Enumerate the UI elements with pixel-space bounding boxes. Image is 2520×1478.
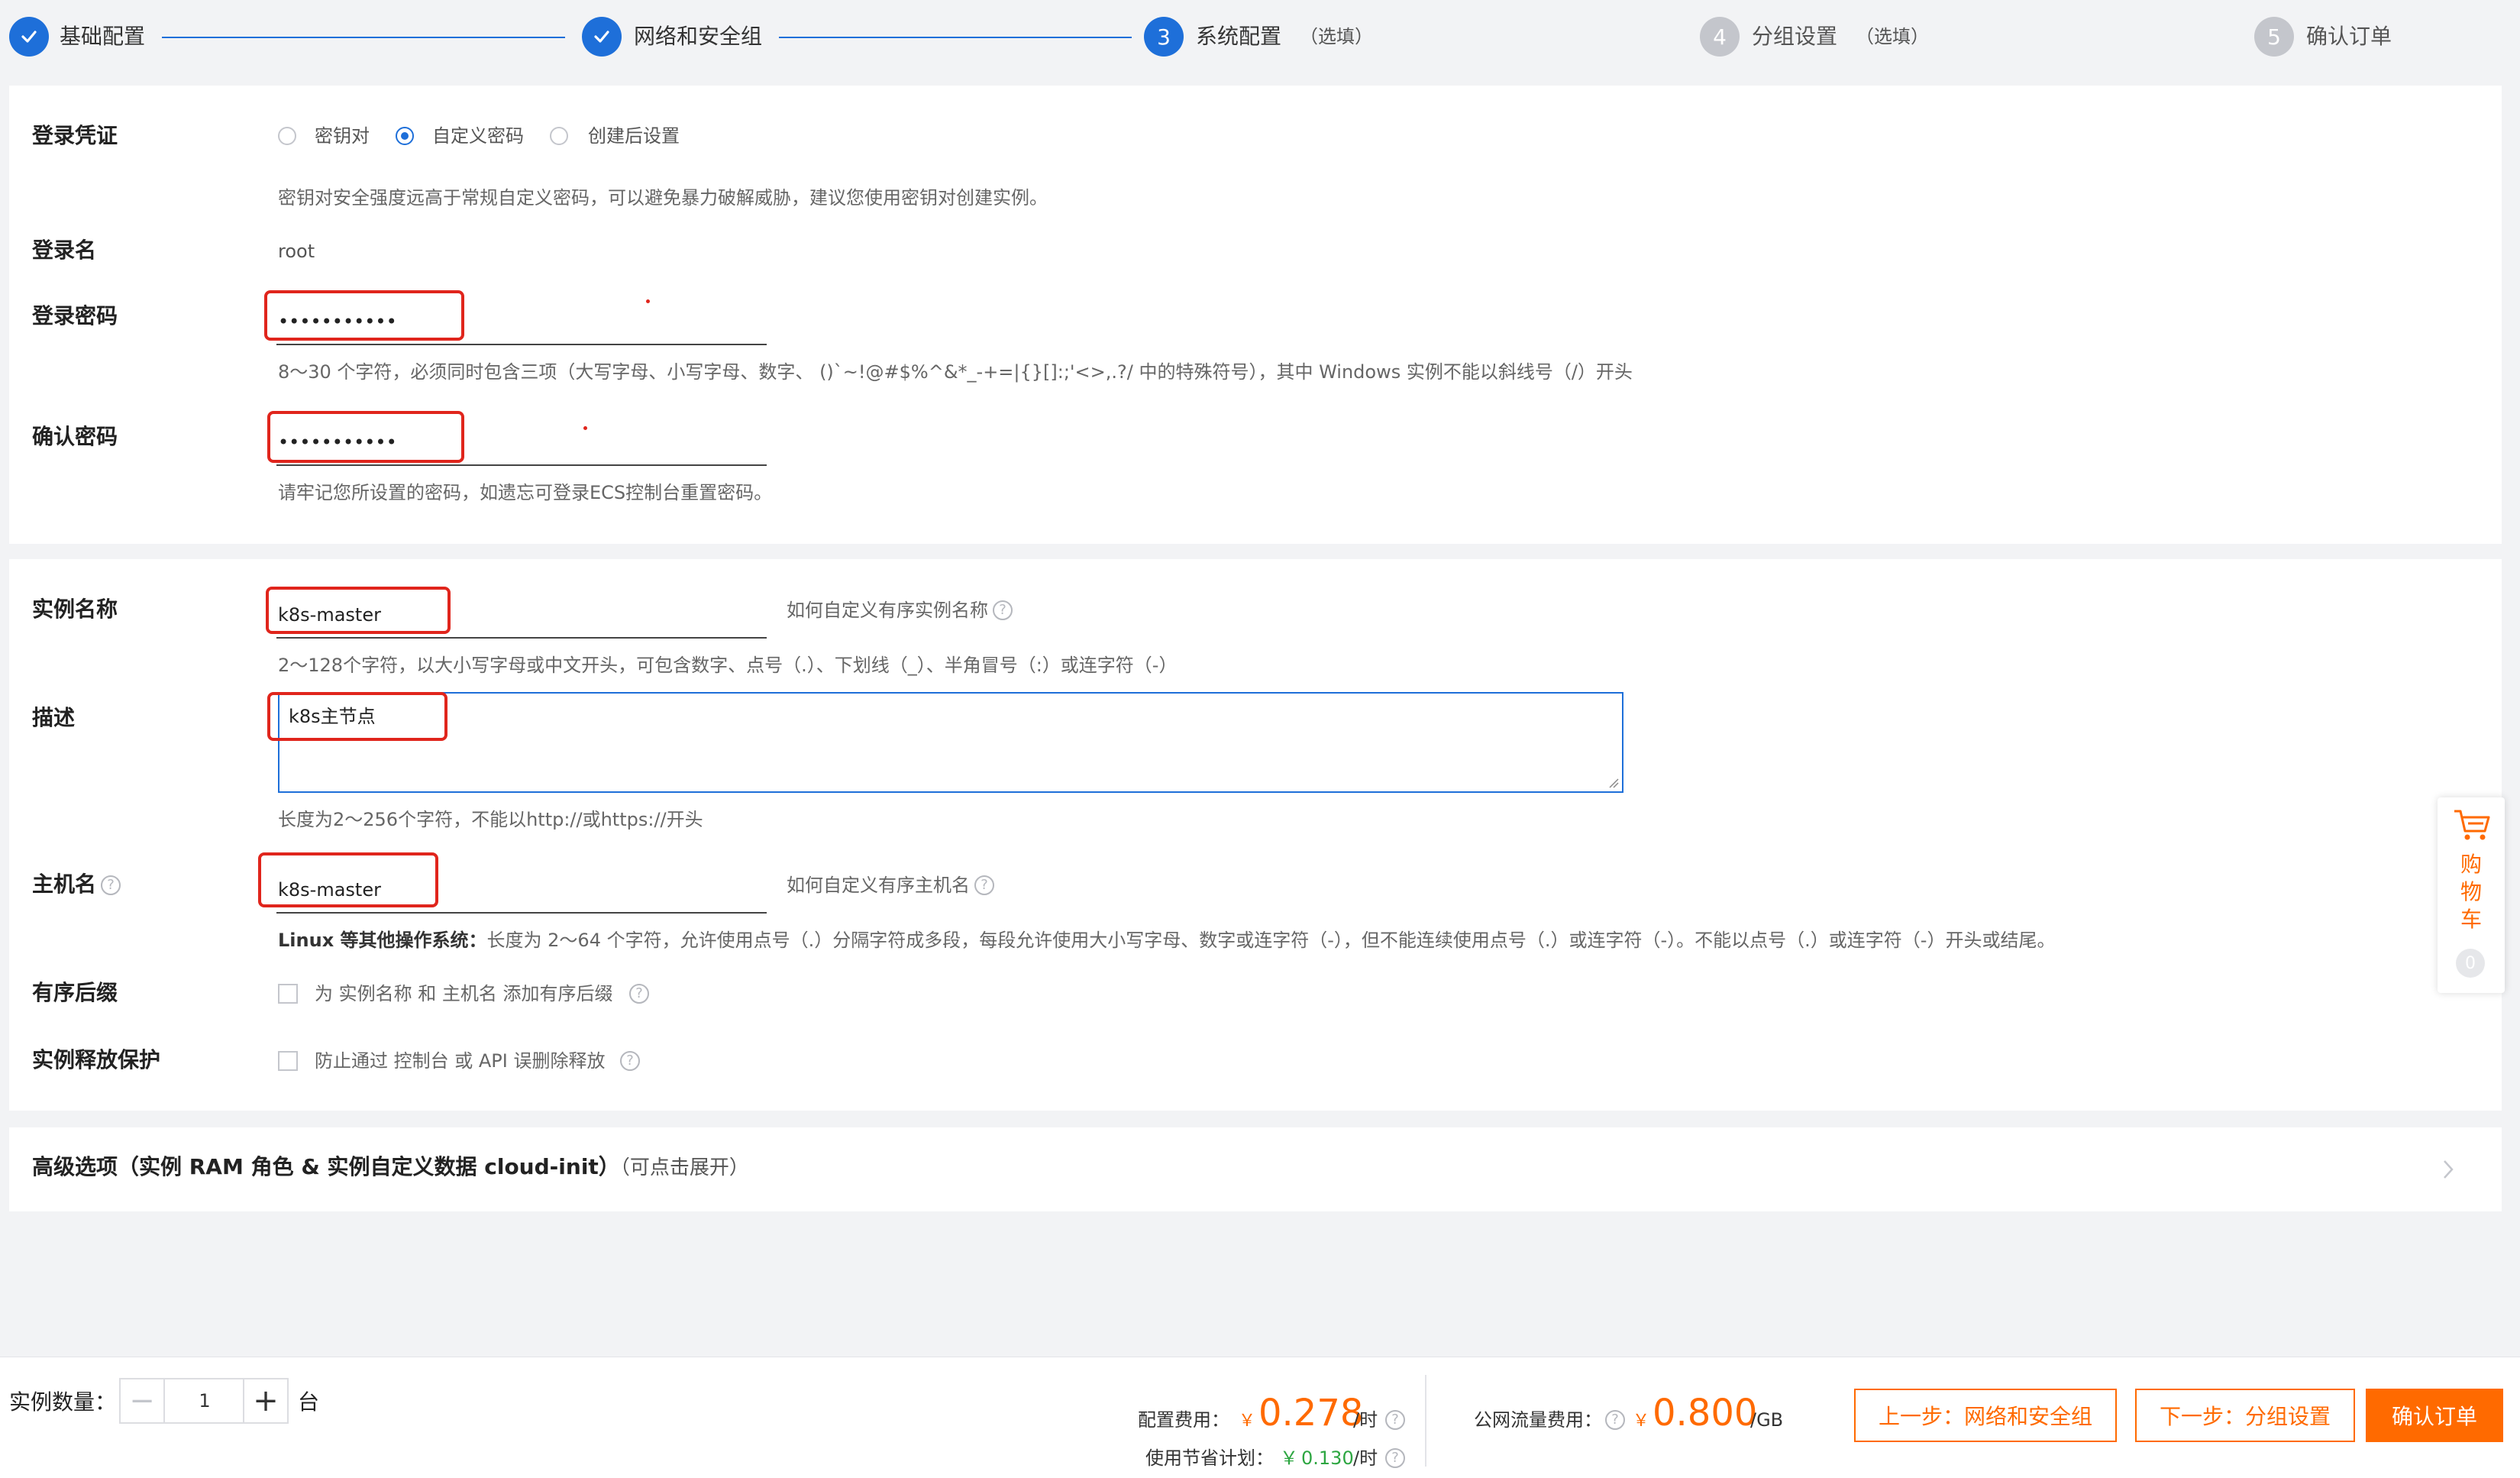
- credentials-label: 登录凭证: [32, 123, 118, 148]
- qty-unit: 台: [298, 1389, 320, 1415]
- radio-custom-password[interactable]: [396, 127, 414, 145]
- cart-count-badge: 0: [2456, 949, 2485, 978]
- resize-grip-icon[interactable]: [1607, 776, 1619, 788]
- shopping-cart[interactable]: 购 物 车 0: [2438, 797, 2505, 993]
- radio-key-pair[interactable]: [278, 127, 296, 145]
- cart-label-char: 购: [2460, 852, 2482, 877]
- prev-step-button[interactable]: 上一步：网络和安全组: [1854, 1389, 2117, 1442]
- step-connector: [779, 37, 1132, 38]
- credentials-hint: 密钥对安全强度远高于常规自定义密码，可以避免暴力破解威胁，建议您使用密钥对创建实…: [278, 187, 1048, 209]
- quantity-stepper[interactable]: − 1 +: [119, 1378, 289, 1424]
- instance-name-hint: 2～128个字符，以大小写字母或中文开头，可包含数字、点号（.）、下划线（_）、…: [278, 655, 1178, 676]
- instance-name-link[interactable]: 如何自定义有序实例名称: [787, 597, 988, 623]
- qty-minus-button[interactable]: −: [121, 1379, 165, 1422]
- description-textarea[interactable]: k8s主节点: [278, 692, 1623, 793]
- description-hint: 长度为2～256个字符，不能以http://或https://开头: [278, 809, 703, 830]
- advanced-label: 高级选项（实例 RAM 角色 & 实例自定义数据 cloud-init）: [32, 1154, 620, 1179]
- radio-key-pair-label[interactable]: 密钥对: [315, 123, 370, 149]
- annotation-dot: [646, 299, 650, 303]
- help-icon[interactable]: ?: [620, 1051, 640, 1071]
- radio-custom-password-label[interactable]: 自定义密码: [432, 123, 524, 149]
- ordered-suffix-label: 有序后缀: [32, 980, 118, 1005]
- password-input[interactable]: [276, 299, 767, 345]
- next-step-button[interactable]: 下一步：分组设置: [2135, 1389, 2355, 1442]
- help-icon[interactable]: ?: [1385, 1410, 1405, 1430]
- help-icon[interactable]: ?: [993, 600, 1013, 620]
- login-name-label: 登录名: [32, 238, 97, 263]
- instance-panel: [9, 559, 2502, 1111]
- release-protection-checkbox[interactable]: [278, 1051, 298, 1071]
- config-fee-value: 0.278: [1258, 1392, 1364, 1434]
- traffic-fee-label: 公网流量费用：: [1474, 1409, 1602, 1431]
- qty-label: 实例数量：: [9, 1389, 117, 1415]
- traffic-fee-symbol: ￥: [1633, 1412, 1650, 1431]
- help-icon[interactable]: ?: [974, 875, 994, 895]
- step-4-number: 4: [1700, 17, 1740, 57]
- savings-unit: /时: [1353, 1447, 1378, 1469]
- step-3-optional: （选填）: [1300, 26, 1373, 47]
- step-1-check-icon[interactable]: [9, 17, 49, 57]
- cart-label-char: 车: [2460, 907, 2482, 932]
- hostname-hint-bold: Linux 等其他操作系统：: [278, 930, 487, 951]
- traffic-fee-unit: /GB: [1750, 1409, 1784, 1431]
- help-icon[interactable]: ?: [1385, 1448, 1405, 1468]
- login-name-value: root: [278, 241, 315, 262]
- cart-label-char: 物: [2460, 879, 2482, 904]
- traffic-fee-value: 0.800: [1653, 1392, 1758, 1434]
- step-4-label: 分组设置: [1752, 24, 1838, 49]
- password-hint: 8～30 个字符，必须同时包含三项（大写字母、小写字母、数字、 ()`~!@#$…: [278, 361, 1633, 383]
- instance-name-input[interactable]: [276, 593, 767, 639]
- hostname-label: 主机名: [32, 872, 97, 897]
- radio-set-later-label[interactable]: 创建后设置: [588, 123, 680, 149]
- help-icon[interactable]: ?: [101, 875, 121, 895]
- annotation-dot: [583, 426, 587, 430]
- ordered-suffix-checkbox[interactable]: [278, 984, 298, 1004]
- instance-name-label: 实例名称: [32, 597, 118, 622]
- config-fee-unit: /时: [1353, 1409, 1378, 1431]
- step-2-check-icon[interactable]: [582, 17, 622, 57]
- radio-set-later[interactable]: [550, 127, 568, 145]
- step-4-optional: （选填）: [1856, 26, 1929, 47]
- help-icon[interactable]: ?: [629, 984, 649, 1004]
- savings-symbol: ￥: [1280, 1447, 1298, 1469]
- step-3-label: 系统配置: [1196, 24, 1282, 49]
- config-fee-label: 配置费用：: [1138, 1409, 1229, 1431]
- step-5-number: 5: [2254, 17, 2294, 57]
- ordered-suffix-text: 为 实例名称 和 主机名 添加有序后缀: [315, 983, 613, 1004]
- step-3-number: 3: [1144, 17, 1184, 57]
- confirm-password-hint: 请牢记您所设置的密码，如遗忘可登录ECS控制台重置密码。: [278, 482, 773, 503]
- release-protection-text: 防止通过 控制台 或 API 误删除释放: [315, 1050, 606, 1072]
- confirm-password-label: 确认密码: [32, 424, 118, 449]
- step-5-label: 确认订单: [2306, 24, 2392, 49]
- password-label: 登录密码: [32, 303, 118, 328]
- hostname-hint: Linux 等其他操作系统：长度为 2～64 个字符，允许使用点号（.）分隔字符…: [278, 927, 2055, 953]
- footer-divider: [1425, 1375, 1426, 1467]
- hostname-input[interactable]: [276, 868, 767, 914]
- cart-icon: [2454, 810, 2490, 840]
- qty-value[interactable]: 1: [165, 1379, 244, 1422]
- confirm-order-button[interactable]: 确认订单: [2366, 1389, 2503, 1442]
- hostname-link[interactable]: 如何自定义有序主机名: [787, 872, 970, 898]
- description-label: 描述: [32, 705, 76, 730]
- release-protection-label: 实例释放保护: [32, 1047, 161, 1072]
- step-1-label[interactable]: 基础配置: [60, 17, 145, 57]
- qty-plus-button[interactable]: +: [243, 1379, 287, 1422]
- stepper: 基础配置 网络和安全组 3 系统配置 （选填） 4 分组设置 （选填） 5 确认…: [0, 0, 2520, 76]
- confirm-password-input[interactable]: [276, 420, 767, 466]
- savings-label: 使用节省计划：: [1145, 1447, 1274, 1469]
- config-fee-symbol: ￥: [1239, 1412, 1256, 1431]
- advanced-hint: （可点击展开）: [619, 1156, 749, 1179]
- help-icon[interactable]: ?: [1605, 1410, 1625, 1430]
- advanced-toggle[interactable]: 高级选项（实例 RAM 角色 & 实例自定义数据 cloud-init）（可点击…: [32, 1152, 749, 1183]
- step-2-label[interactable]: 网络和安全组: [634, 17, 762, 57]
- chevron-right-icon[interactable]: [2439, 1158, 2457, 1181]
- savings-value: 0.130: [1301, 1447, 1354, 1469]
- hostname-hint-text: 长度为 2～64 个字符，允许使用点号（.）分隔字符成多段，每段允许使用大小写字…: [486, 930, 2056, 951]
- step-connector: [162, 37, 565, 38]
